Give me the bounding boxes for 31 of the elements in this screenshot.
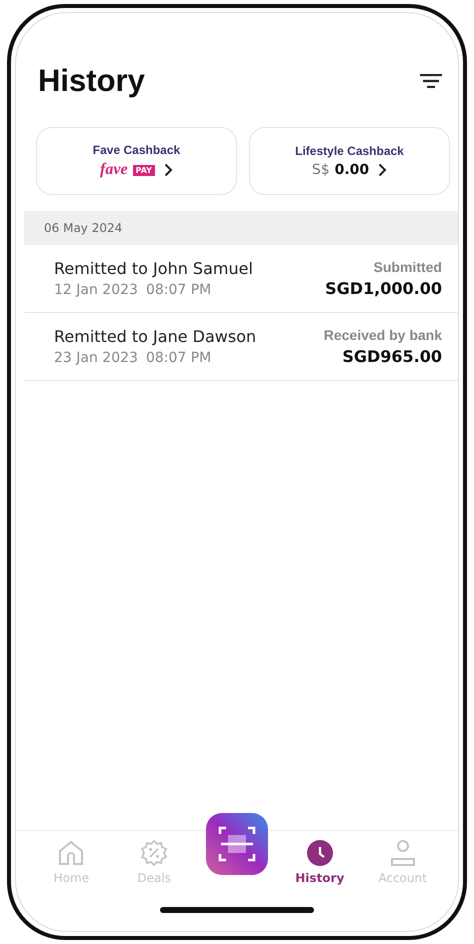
chevron-icon [378,163,388,177]
transaction-date: 12 Jan 2023 [54,282,138,298]
transaction-status: Received by bank [324,327,442,343]
transaction-status: Submitted [374,259,442,275]
cashback-amount: 0.00 [334,162,370,178]
transaction-time: 08:07 PM [146,350,212,366]
date-header: 06 May 2024 [24,211,458,245]
transaction-amount: SGD1,000.00 [325,279,442,298]
currency-label: S$ [312,162,330,178]
transaction-row[interactable]: Remitted to Jane Dawson 23 Jan 2023 08:07 PM Received by bank SGD965.00 [24,313,458,381]
filter-icon[interactable] [420,74,442,88]
transaction-date: 23 Jan 2023 [54,350,138,366]
logo-badge: PAY [132,164,155,176]
percent-badge-icon [140,839,168,867]
nav-tab[interactable]: History [278,839,362,885]
transaction-title: Remitted to John Samuel [54,259,253,278]
scan-button[interactable] [206,813,268,875]
transaction-title: Remitted to Jane Dawson [54,327,256,346]
person-icon [388,839,417,867]
chevron-icon [164,163,173,177]
card-title: Fave Cashback [92,143,180,157]
transaction-row[interactable]: Remitted to John Samuel 12 Jan 2023 08:07 PM Submitted SGD1,000.00 [24,245,458,313]
clock-icon [306,839,334,867]
cashback-card[interactable]: Fave Cashback fave PAY [36,127,237,195]
card-title: Lifestyle Cashback [295,144,404,158]
page-title: History [38,63,145,99]
cashback-card[interactable]: Lifestyle Cashback S$ 0.00 [249,127,450,195]
transaction-amount: SGD965.00 [342,347,442,366]
transaction-time: 08:07 PM [146,282,212,298]
home-icon [57,839,86,867]
logo-word: fave [100,161,128,179]
